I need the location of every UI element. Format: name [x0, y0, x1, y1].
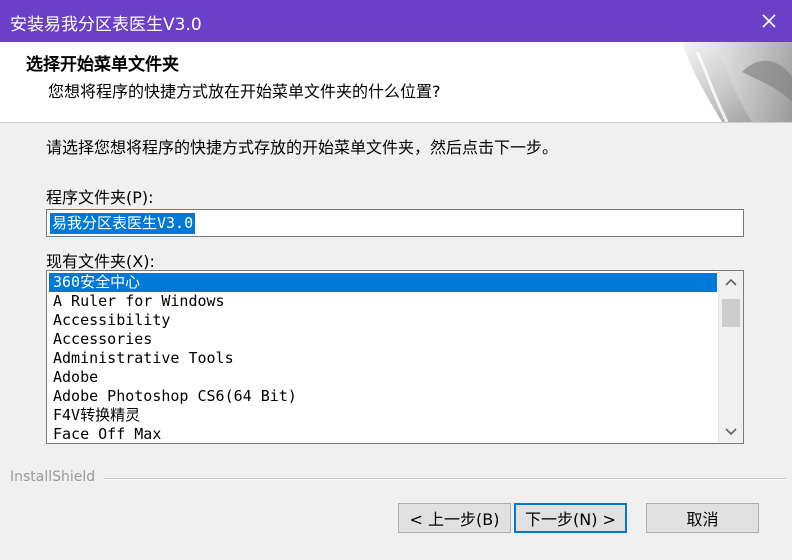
chevron-down-icon [725, 428, 737, 436]
program-folder-label: 程序文件夹(P): [46, 188, 154, 207]
chevron-up-icon [725, 278, 737, 286]
next-button[interactable]: 下一步(N) > [514, 503, 627, 533]
cancel-button[interactable]: 取消 [646, 503, 759, 533]
scroll-thumb[interactable] [722, 299, 740, 327]
installshield-brand: InstallShield [10, 469, 96, 485]
list-item[interactable]: Adobe [49, 368, 717, 387]
program-folder-value: 易我分区表医生V3.0 [50, 213, 196, 234]
list-item[interactable]: Face Off Max [49, 425, 717, 443]
existing-folders-list[interactable]: 360安全中心 A Ruler for Windows Accessibility A… [46, 270, 744, 444]
list-item[interactable]: F4V转换精灵 [49, 406, 717, 425]
list-item[interactable]: A Ruler for Windows [49, 292, 717, 311]
list-item[interactable]: Accessibility [49, 311, 717, 330]
list-item[interactable]: Administrative Tools [49, 349, 717, 368]
close-button[interactable] [746, 0, 792, 42]
list-item[interactable]: Accessories [49, 330, 717, 349]
window-title: 安装易我分区表医生V3.0 [10, 15, 202, 35]
wizard-header: 选择开始菜单文件夹 您想将程序的快捷方式放在开始菜单文件夹的什么位置? [0, 42, 792, 123]
program-folder-input[interactable]: 易我分区表医生V3.0 [46, 209, 744, 237]
back-button[interactable]: < 上一步(B) [398, 503, 511, 533]
title-bar: 安装易我分区表医生V3.0 [0, 0, 792, 42]
page-subtitle: 您想将程序的快捷方式放在开始菜单文件夹的什么位置? [48, 82, 441, 101]
existing-folders-label: 现有文件夹(X): [46, 252, 155, 271]
list-scrollbar[interactable] [718, 271, 743, 443]
header-graphic-icon [612, 42, 792, 122]
scroll-up-button[interactable] [719, 271, 743, 293]
list-item[interactable]: 360安全中心 [49, 273, 717, 292]
close-icon [762, 14, 776, 28]
scroll-down-button[interactable] [719, 421, 743, 443]
list-item[interactable]: Adobe Photoshop CS6(64 Bit) [49, 387, 717, 406]
page-title: 选择开始菜单文件夹 [26, 55, 179, 75]
folder-items: 360安全中心 A Ruler for Windows Accessibility A… [49, 273, 717, 443]
instruction-text: 请选择您想将程序的快捷方式存放的开始菜单文件夹，然后点击下一步。 [46, 138, 559, 157]
footer-divider [104, 478, 786, 480]
